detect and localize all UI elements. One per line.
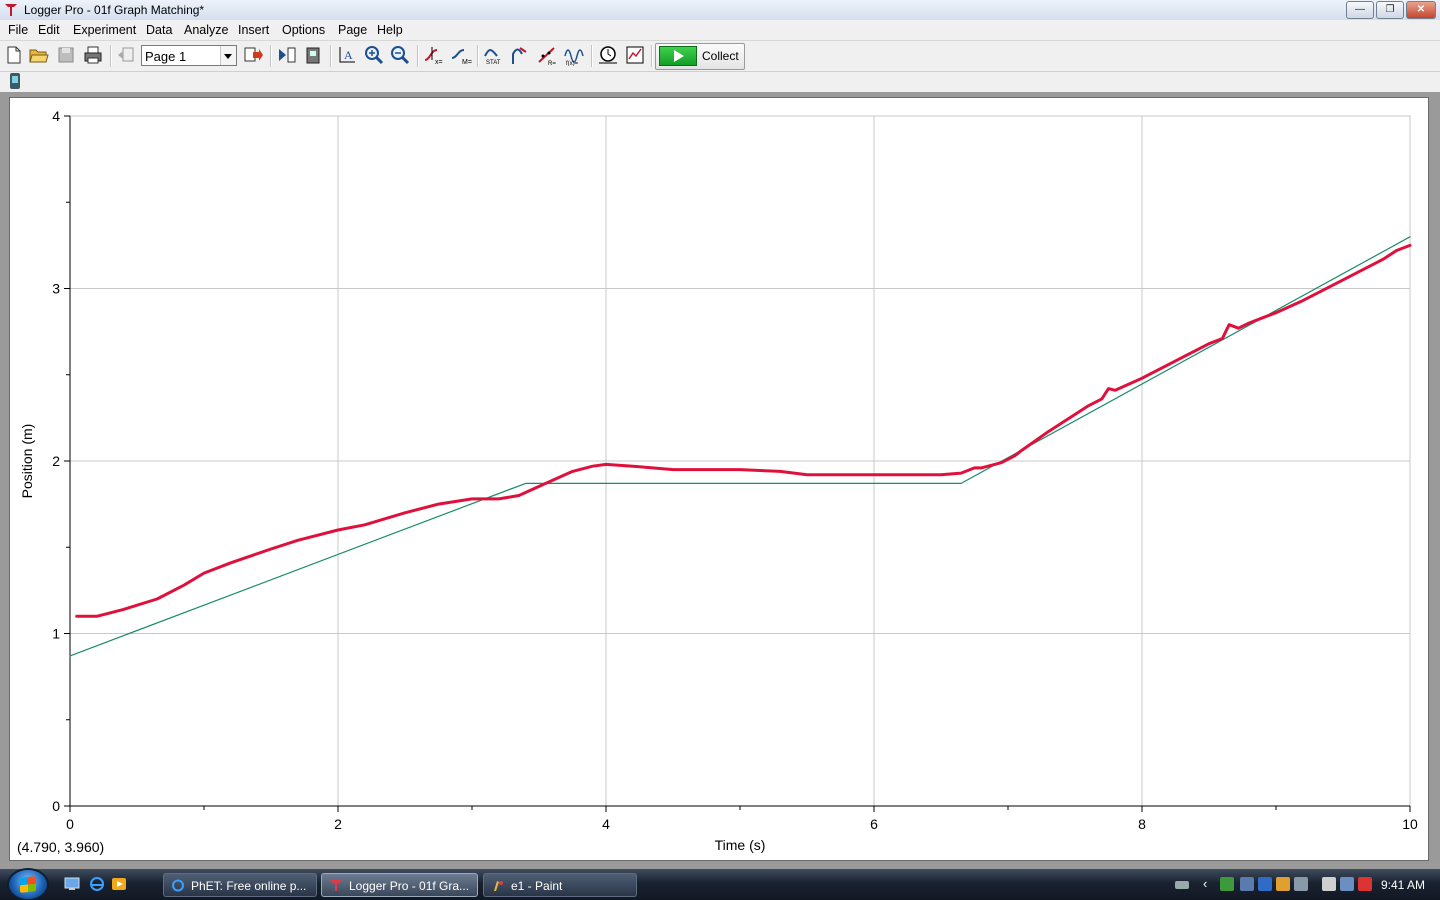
taskbar: PhET: Free online p... Logger Pro - 01f …	[0, 869, 1440, 900]
measured-data-point	[1020, 449, 1023, 452]
measured-data-point	[544, 482, 547, 485]
measured-data-point	[1409, 244, 1411, 247]
taskbar-item-label: PhET: Free online p...	[191, 879, 307, 893]
network-icon[interactable]	[1220, 877, 1234, 891]
measured-data-point	[973, 467, 976, 469]
measured-data-point	[122, 608, 125, 611]
measured-data-point	[230, 561, 232, 564]
measured-data-point	[1382, 258, 1384, 260]
measured-data-point	[960, 472, 962, 474]
display-icon[interactable]	[1240, 877, 1254, 891]
measured-data-point	[364, 524, 366, 526]
show-desktop-icon[interactable]	[64, 877, 80, 891]
measured-data-point	[1261, 317, 1264, 319]
measured-data-point	[203, 572, 205, 574]
x-axis-label: Time (s)	[715, 837, 766, 853]
x-tick-label: 0	[66, 816, 74, 832]
measured-data-point	[605, 463, 607, 466]
x-tick-label: 8	[1138, 816, 1146, 832]
measured-data-point	[270, 548, 272, 550]
media-player-icon[interactable]	[111, 877, 127, 891]
paint-icon	[494, 881, 503, 891]
x-tick-label: 2	[334, 816, 342, 832]
x-tick-label: 4	[602, 816, 610, 832]
measured-data-point	[1228, 323, 1230, 326]
taskbar-item-paint[interactable]: e1 - Paint	[483, 873, 637, 897]
measured-data-point	[518, 494, 520, 497]
measured-data-point	[1141, 377, 1143, 380]
measured-data-point	[1275, 311, 1277, 314]
measured-data-point	[1342, 279, 1344, 281]
measured-data-point	[404, 511, 406, 514]
measured-data-point	[1087, 405, 1090, 407]
measured-data-point	[156, 598, 158, 600]
security-icon[interactable]	[1258, 877, 1272, 891]
y-tick-label: 0	[52, 798, 60, 814]
taskbar-item-label: Logger Pro - 01f Gra...	[349, 879, 470, 893]
measured-data-point	[1237, 327, 1240, 329]
measured-data-point	[1000, 461, 1003, 464]
power-icon[interactable]	[1322, 877, 1336, 891]
measured-data-point	[437, 503, 440, 505]
taskbar-item-logger-pro[interactable]: Logger Pro - 01f Gra...	[321, 873, 478, 897]
measured-data-point	[1114, 389, 1116, 392]
measured-data-point	[1107, 387, 1110, 390]
y-axis-label: Position (m)	[19, 424, 35, 499]
coordinate-readout: (4.790, 3.960)	[17, 839, 105, 855]
measured-data-point	[980, 467, 982, 469]
measured-data-point	[1208, 342, 1210, 345]
internet-explorer-icon[interactable]	[89, 877, 105, 891]
measured-data-point	[337, 529, 339, 531]
measured-data-point	[806, 474, 808, 476]
measured-data-point	[75, 615, 78, 618]
measured-data-point	[940, 474, 942, 476]
start-button[interactable]	[9, 870, 47, 899]
taskbar-item-label: e1 - Paint	[511, 879, 563, 893]
logger-pro-icon	[330, 880, 342, 891]
measured-data-point	[1047, 430, 1049, 433]
ie-page-icon	[172, 879, 184, 892]
taskbar-item-phet[interactable]: PhET: Free online p...	[163, 873, 317, 897]
measured-data-point	[498, 498, 500, 500]
y-tick-label: 3	[52, 281, 60, 297]
measured-data-point	[739, 468, 741, 471]
y-tick-label: 4	[52, 108, 60, 124]
y-tick-label: 2	[52, 453, 60, 469]
measured-data-point	[1221, 337, 1224, 340]
measured-data-point	[1248, 322, 1250, 324]
measured-data-point	[1013, 455, 1016, 457]
update-icon[interactable]	[1276, 877, 1290, 891]
measured-data-point	[96, 615, 98, 618]
windows-logo-icon	[20, 876, 36, 893]
measured-data-point	[672, 468, 674, 471]
keyboard-icon[interactable]	[1175, 881, 1189, 889]
measured-data-point	[873, 474, 875, 476]
volume-muted-icon[interactable]	[1358, 877, 1372, 891]
measured-data-point	[471, 498, 473, 500]
measured-data-point	[571, 470, 574, 473]
measured-data-point	[1302, 299, 1304, 302]
x-tick-label: 6	[870, 816, 878, 832]
measured-data-point	[183, 584, 185, 586]
usb-icon[interactable]	[1294, 877, 1308, 891]
measured-data-point	[1395, 249, 1398, 252]
y-tick-label: 1	[52, 626, 60, 642]
system-clock: 9:41 AM	[1381, 878, 1426, 892]
measured-data-point	[1101, 398, 1103, 400]
measured-data-point	[779, 470, 781, 473]
network-status-icon[interactable]	[1340, 877, 1354, 891]
measured-data-point	[297, 539, 299, 542]
x-tick-label: 10	[1402, 816, 1418, 832]
measured-data-point	[632, 465, 634, 467]
position-time-graph[interactable]: 0 2 4 6 8 10 0 1 2 3 4 Time (s) Position (m)	[0, 0, 1440, 869]
measured-data-point	[591, 465, 594, 467]
chevron-left-icon[interactable]: ‹	[1203, 877, 1213, 891]
